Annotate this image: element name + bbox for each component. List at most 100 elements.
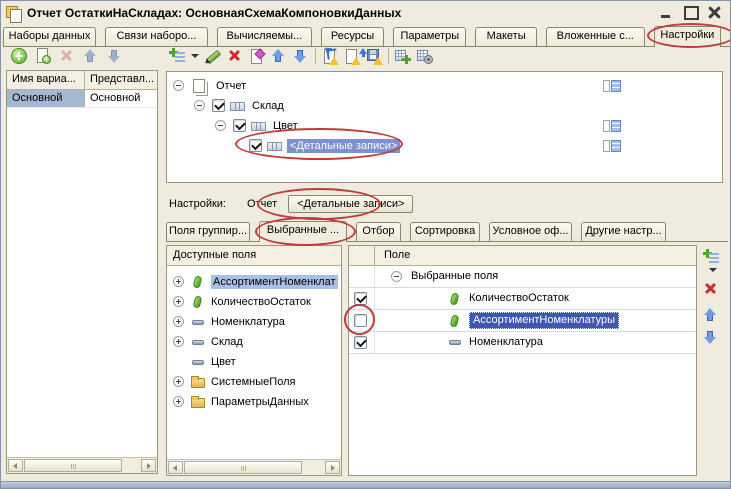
variant-presentation-cell[interactable]: Основной (85, 90, 157, 108)
available-field-item[interactable]: Номенклатура (167, 312, 341, 332)
move-up-icon[interactable] (83, 48, 99, 64)
available-field-item[interactable]: Склад (167, 332, 341, 352)
scroll-right-icon[interactable] (325, 461, 340, 474)
scrollbar-thumb[interactable] (24, 459, 122, 472)
field-column-header[interactable]: Поле (375, 246, 410, 265)
variant-name-cell[interactable]: Основной (7, 90, 85, 108)
tab-data-sets[interactable]: Наборы данных (3, 27, 96, 46)
selected-field-row[interactable]: КоличествоОстаток (349, 288, 696, 310)
available-field-item[interactable]: Цвет (167, 352, 341, 372)
report-schema-icon (6, 5, 22, 21)
use-checkbox[interactable] (354, 292, 367, 305)
delete-icon[interactable] (227, 48, 243, 64)
selected-field-row[interactable]: АссортиментНоменклатуры (349, 310, 696, 332)
composer-icon[interactable] (603, 139, 621, 153)
tree-row-report[interactable]: Отчет (167, 76, 722, 96)
delete-icon[interactable] (703, 281, 719, 297)
grouping-icon (230, 102, 245, 111)
restore-settings-icon[interactable] (322, 48, 338, 64)
collapse-icon[interactable] (173, 80, 184, 91)
variant-row[interactable]: Основной Основной (7, 90, 157, 108)
scroll-left-icon[interactable] (168, 461, 183, 474)
path-report-button[interactable]: Отчет (242, 196, 282, 212)
attribute-field-icon (449, 340, 461, 345)
load-settings-icon[interactable] (344, 48, 360, 64)
add-menu-icon[interactable] (703, 249, 719, 265)
column-variant-presentation[interactable]: Представл... (85, 71, 157, 89)
tab-other-settings[interactable]: Другие настр... (581, 222, 666, 241)
tab-resources[interactable]: Ресурсы (321, 27, 384, 46)
use-checkbox[interactable] (233, 119, 246, 132)
available-field-item[interactable]: СистемныеПоля (167, 372, 341, 392)
tree-row-detail-records[interactable]: <Детальные записи> (167, 136, 722, 156)
tab-selected-fields[interactable]: Выбранные ... (259, 221, 347, 242)
tree-row-label: Цвет (270, 119, 301, 133)
settings-toolbar (169, 48, 433, 64)
add-copy-icon[interactable] (35, 48, 51, 64)
tab-sorting[interactable]: Сортировка (410, 222, 480, 241)
collapse-icon[interactable] (215, 120, 226, 131)
resource-field-icon (193, 275, 203, 288)
collapse-icon[interactable] (194, 100, 205, 111)
preview-icon[interactable] (417, 48, 433, 64)
expand-icon[interactable] (173, 316, 184, 327)
tab-filter[interactable]: Отбор (356, 222, 401, 241)
move-up-icon[interactable] (703, 307, 719, 323)
available-fields-header: Доступные поля (167, 246, 341, 266)
column-variant-name[interactable]: Имя вариа... (7, 71, 85, 89)
composer-icon[interactable] (603, 79, 621, 93)
maximize-icon[interactable] (684, 6, 697, 19)
expand-icon[interactable] (173, 276, 184, 287)
tab-data-set-links[interactable]: Связи наборо... (105, 27, 208, 46)
delete-icon[interactable] (59, 48, 75, 64)
wizard-icon[interactable] (249, 48, 265, 64)
tab-settings[interactable]: Настройки (654, 26, 721, 47)
selected-fields-group-row[interactable]: Выбранные поля (349, 266, 696, 288)
tab-parameters[interactable]: Параметры (393, 27, 466, 46)
tree-row-sklad[interactable]: Склад (167, 96, 722, 116)
folder-icon (191, 378, 205, 388)
minimize-icon[interactable] (660, 6, 673, 19)
selected-fields-panel: Поле Выбранные поля КоличествоОстаток Ас… (348, 245, 697, 476)
available-field-item[interactable]: ПараметрыДанных (167, 392, 341, 412)
save-settings-icon[interactable] (366, 48, 382, 64)
variants-hscrollbar[interactable] (7, 457, 157, 473)
use-checkbox-unchecked[interactable] (354, 314, 367, 327)
tree-row-tsvet[interactable]: Цвет (167, 116, 722, 136)
add-icon[interactable] (11, 48, 27, 64)
main-tabstrip: Наборы данных Связи наборо... Вычисляемы… (3, 25, 730, 47)
add-menu-caret-icon[interactable] (709, 268, 717, 272)
move-down-icon[interactable] (703, 329, 719, 345)
expand-icon[interactable] (173, 376, 184, 387)
use-checkbox[interactable] (354, 336, 367, 349)
use-checkbox[interactable] (249, 139, 262, 152)
close-icon[interactable] (708, 6, 721, 19)
available-field-item[interactable]: АссортиментНоменклат (167, 272, 341, 292)
edit-icon[interactable] (205, 48, 221, 64)
tab-templates[interactable]: Макеты (475, 27, 536, 46)
collapse-icon[interactable] (391, 271, 402, 282)
scrollbar-thumb[interactable] (184, 461, 302, 474)
move-down-icon[interactable] (293, 48, 309, 64)
composer-icon[interactable] (603, 119, 621, 133)
expand-icon[interactable] (173, 336, 184, 347)
check-layout-icon[interactable] (395, 48, 411, 64)
use-checkbox[interactable] (212, 99, 225, 112)
variants-grid: Имя вариа... Представл... Основной Основ… (6, 70, 158, 474)
add-menu-caret-icon[interactable] (191, 54, 199, 58)
tab-group-fields[interactable]: Поля группир... (166, 222, 250, 241)
tab-calculated[interactable]: Вычисляемы... (217, 27, 312, 46)
expand-icon[interactable] (173, 396, 184, 407)
tab-conditional-format[interactable]: Условное оф... (489, 222, 572, 241)
move-down-icon[interactable] (107, 48, 123, 64)
scroll-right-icon[interactable] (141, 459, 156, 472)
available-field-item[interactable]: КоличествоОстаток (167, 292, 341, 312)
tab-nested-schemas[interactable]: Вложенные с... (546, 27, 645, 46)
scroll-left-icon[interactable] (8, 459, 23, 472)
add-menu-icon[interactable] (169, 48, 185, 64)
available-fields-hscrollbar[interactable] (167, 459, 341, 475)
move-up-icon[interactable] (271, 48, 287, 64)
expand-icon[interactable] (173, 296, 184, 307)
selected-field-row[interactable]: Номенклатура (349, 332, 696, 354)
path-detail-records-button[interactable]: <Детальные записи> (288, 195, 413, 213)
